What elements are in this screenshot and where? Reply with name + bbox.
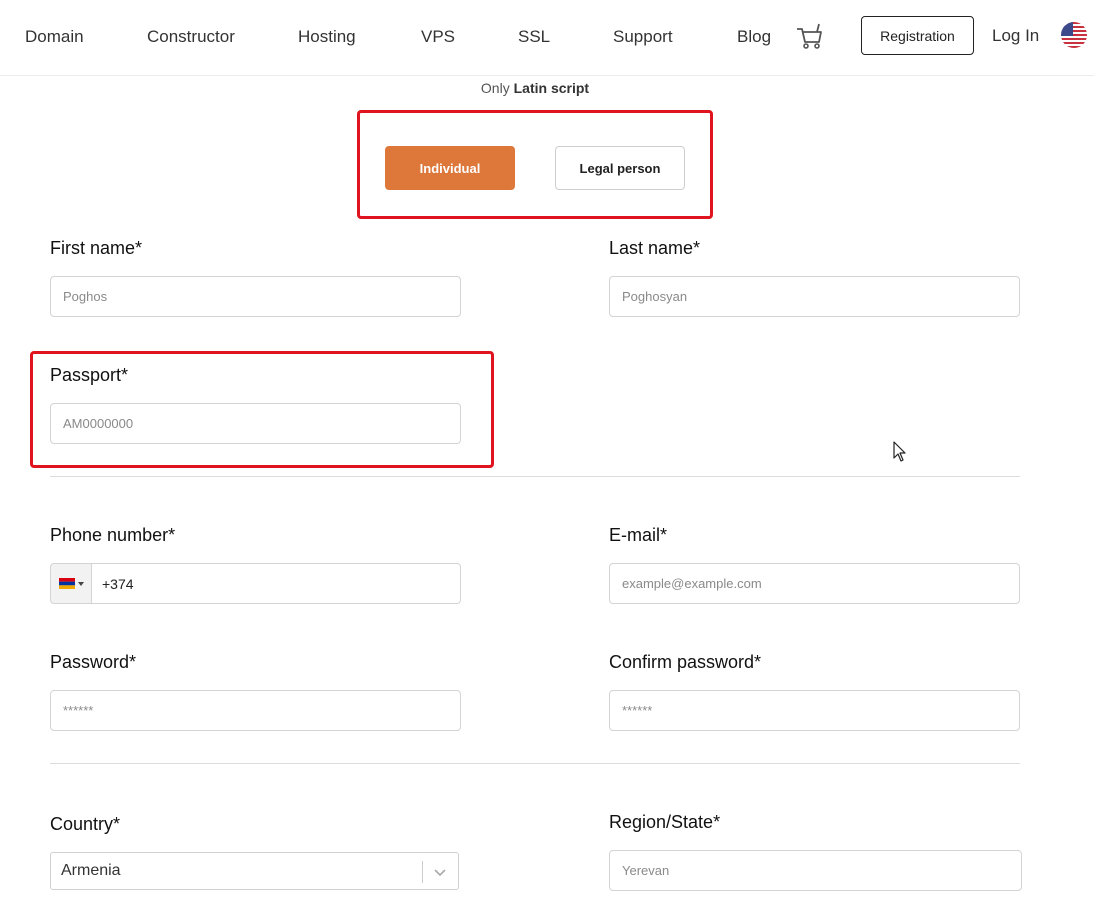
last-name-input[interactable]: Poghosyan: [609, 276, 1020, 317]
nav-ssl[interactable]: SSL: [518, 27, 550, 47]
individual-button[interactable]: Individual: [385, 146, 515, 190]
phone-value: +374: [102, 575, 134, 592]
nav-blog[interactable]: Blog: [737, 27, 771, 47]
phone-input[interactable]: +374: [91, 563, 461, 604]
passport-input[interactable]: AM0000000: [50, 403, 461, 444]
select-separator: [422, 861, 423, 883]
country-select[interactable]: Armenia: [50, 852, 459, 890]
password-placeholder: ******: [63, 703, 94, 718]
note-prefix: Only: [480, 80, 510, 96]
nav-domain[interactable]: Domain: [25, 27, 84, 47]
latin-script-note: Only Latin script: [0, 80, 1070, 96]
login-link[interactable]: Log In: [992, 26, 1039, 46]
us-flag-icon[interactable]: [1061, 22, 1087, 48]
nav-hosting[interactable]: Hosting: [298, 27, 356, 47]
chevron-down-icon: [434, 869, 446, 877]
password-label: Password*: [50, 652, 137, 672]
first-name-input[interactable]: Poghos: [50, 276, 461, 317]
passport-label: Passport*: [50, 365, 129, 385]
confirm-password-input[interactable]: ******: [609, 690, 1020, 731]
armenia-flag-icon: [58, 578, 75, 589]
nav-constructor[interactable]: Constructor: [147, 27, 235, 47]
country-value: Armenia: [61, 862, 121, 879]
cart-icon[interactable]: [795, 21, 825, 51]
last-name-label: Last name*: [609, 238, 701, 258]
confirm-password-placeholder: ******: [622, 703, 653, 718]
region-placeholder: Yerevan: [622, 863, 670, 878]
email-placeholder: example@example.com: [622, 576, 762, 591]
section-divider: [50, 476, 1020, 477]
registration-button[interactable]: Registration: [861, 16, 974, 55]
password-input[interactable]: ******: [50, 690, 461, 731]
note-bold: Latin script: [513, 80, 590, 96]
phone-label: Phone number*: [50, 525, 176, 545]
confirm-password-label: Confirm password*: [609, 652, 762, 672]
mouse-cursor-icon: [893, 441, 907, 463]
chevron-down-icon: [77, 581, 84, 586]
section-divider: [50, 763, 1020, 764]
region-label: Region/State*: [609, 812, 721, 832]
top-navigation-bar: Domain Constructor Hosting VPS SSL Suppo…: [0, 0, 1094, 76]
legal-person-button[interactable]: Legal person: [555, 146, 685, 190]
country-label: Country*: [50, 814, 121, 834]
passport-placeholder: AM0000000: [63, 416, 134, 431]
first-name-placeholder: Poghos: [63, 289, 108, 304]
region-input[interactable]: Yerevan: [609, 850, 1022, 891]
nav-support[interactable]: Support: [613, 27, 673, 47]
phone-country-selector[interactable]: [50, 563, 92, 604]
last-name-placeholder: Poghosyan: [622, 289, 688, 304]
email-input[interactable]: example@example.com: [609, 563, 1020, 604]
nav-vps[interactable]: VPS: [421, 27, 455, 47]
email-label: E-mail*: [609, 525, 668, 545]
first-name-label: First name*: [50, 238, 143, 258]
